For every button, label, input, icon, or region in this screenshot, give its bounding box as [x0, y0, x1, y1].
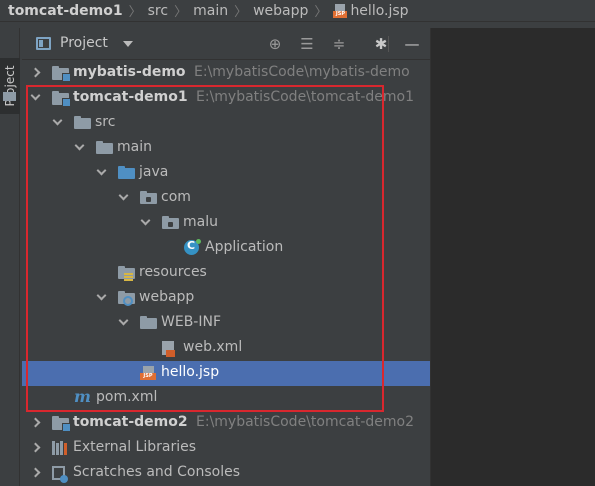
chevron-right-icon[interactable]	[30, 417, 41, 428]
breadcrumb-src[interactable]: src	[148, 3, 168, 19]
tree-item[interactable]: External Libraries	[22, 436, 430, 461]
scratches-icon	[52, 466, 68, 483]
tree-item-label: Scratches and Consoles	[73, 464, 240, 480]
breadcrumb-hello-jsp-label: hello.jsp	[350, 2, 409, 19]
chevron-right-icon[interactable]	[30, 67, 41, 78]
chevron-down-icon[interactable]	[123, 41, 133, 47]
breadcrumb-separator-icon: 〉	[174, 5, 188, 20]
expand-all-icon[interactable]: ☰	[298, 35, 316, 53]
breadcrumb-hello-jsp[interactable]: JSP hello.jsp	[333, 2, 409, 19]
globe-icon[interactable]: ⊕	[266, 35, 284, 53]
navigation-bar: tomcat-demo1 〉 src 〉 main 〉 webapp 〉 JSP…	[0, 0, 595, 22]
highlight-annotation	[26, 85, 384, 412]
minimize-icon[interactable]: —	[403, 35, 421, 53]
tree-item[interactable]: tomcat-demo2 E:\mybatisCode\tomcat-demo2	[22, 411, 430, 436]
tree-item-label: tomcat-demo2	[73, 414, 188, 430]
tree-item[interactable]: Scratches and Consoles	[22, 461, 430, 486]
libraries-icon	[52, 441, 69, 455]
tree-item-label: mybatis-demo	[73, 64, 186, 80]
tree-item-path: E:\mybatisCode\mybatis-demo	[194, 64, 410, 80]
gear-icon[interactable]: ✱	[372, 35, 390, 53]
editor-area[interactable]	[430, 28, 595, 486]
breadcrumb-main[interactable]: main	[193, 3, 228, 19]
breadcrumb-webapp[interactable]: webapp	[253, 3, 308, 19]
breadcrumb-separator-icon: 〉	[314, 5, 328, 20]
tree-item-path: E:\mybatisCode\tomcat-demo2	[196, 414, 415, 430]
collapse-all-icon[interactable]: ≑	[330, 35, 348, 53]
chevron-right-icon[interactable]	[30, 442, 41, 453]
breadcrumb-separator-icon: 〉	[234, 5, 248, 20]
tree-item-label: External Libraries	[73, 439, 196, 455]
module-folder-icon	[52, 66, 71, 82]
project-view-title[interactable]: Project	[60, 35, 108, 51]
tree-item[interactable]: mybatis-demo E:\mybatisCode\mybatis-demo	[22, 61, 430, 86]
project-view-icon	[36, 37, 51, 50]
breadcrumb-separator-icon: 〉	[128, 5, 142, 20]
structure-folder-icon[interactable]	[3, 92, 16, 101]
breadcrumb-tomcat-demo1[interactable]: tomcat-demo1	[8, 3, 123, 19]
jsp-file-icon: JSP	[333, 3, 348, 18]
chevron-right-icon[interactable]	[30, 467, 41, 478]
project-panel-header: Project ⊕ ☰ ≑ ✱ —	[22, 28, 430, 60]
module-folder-icon	[52, 416, 71, 432]
